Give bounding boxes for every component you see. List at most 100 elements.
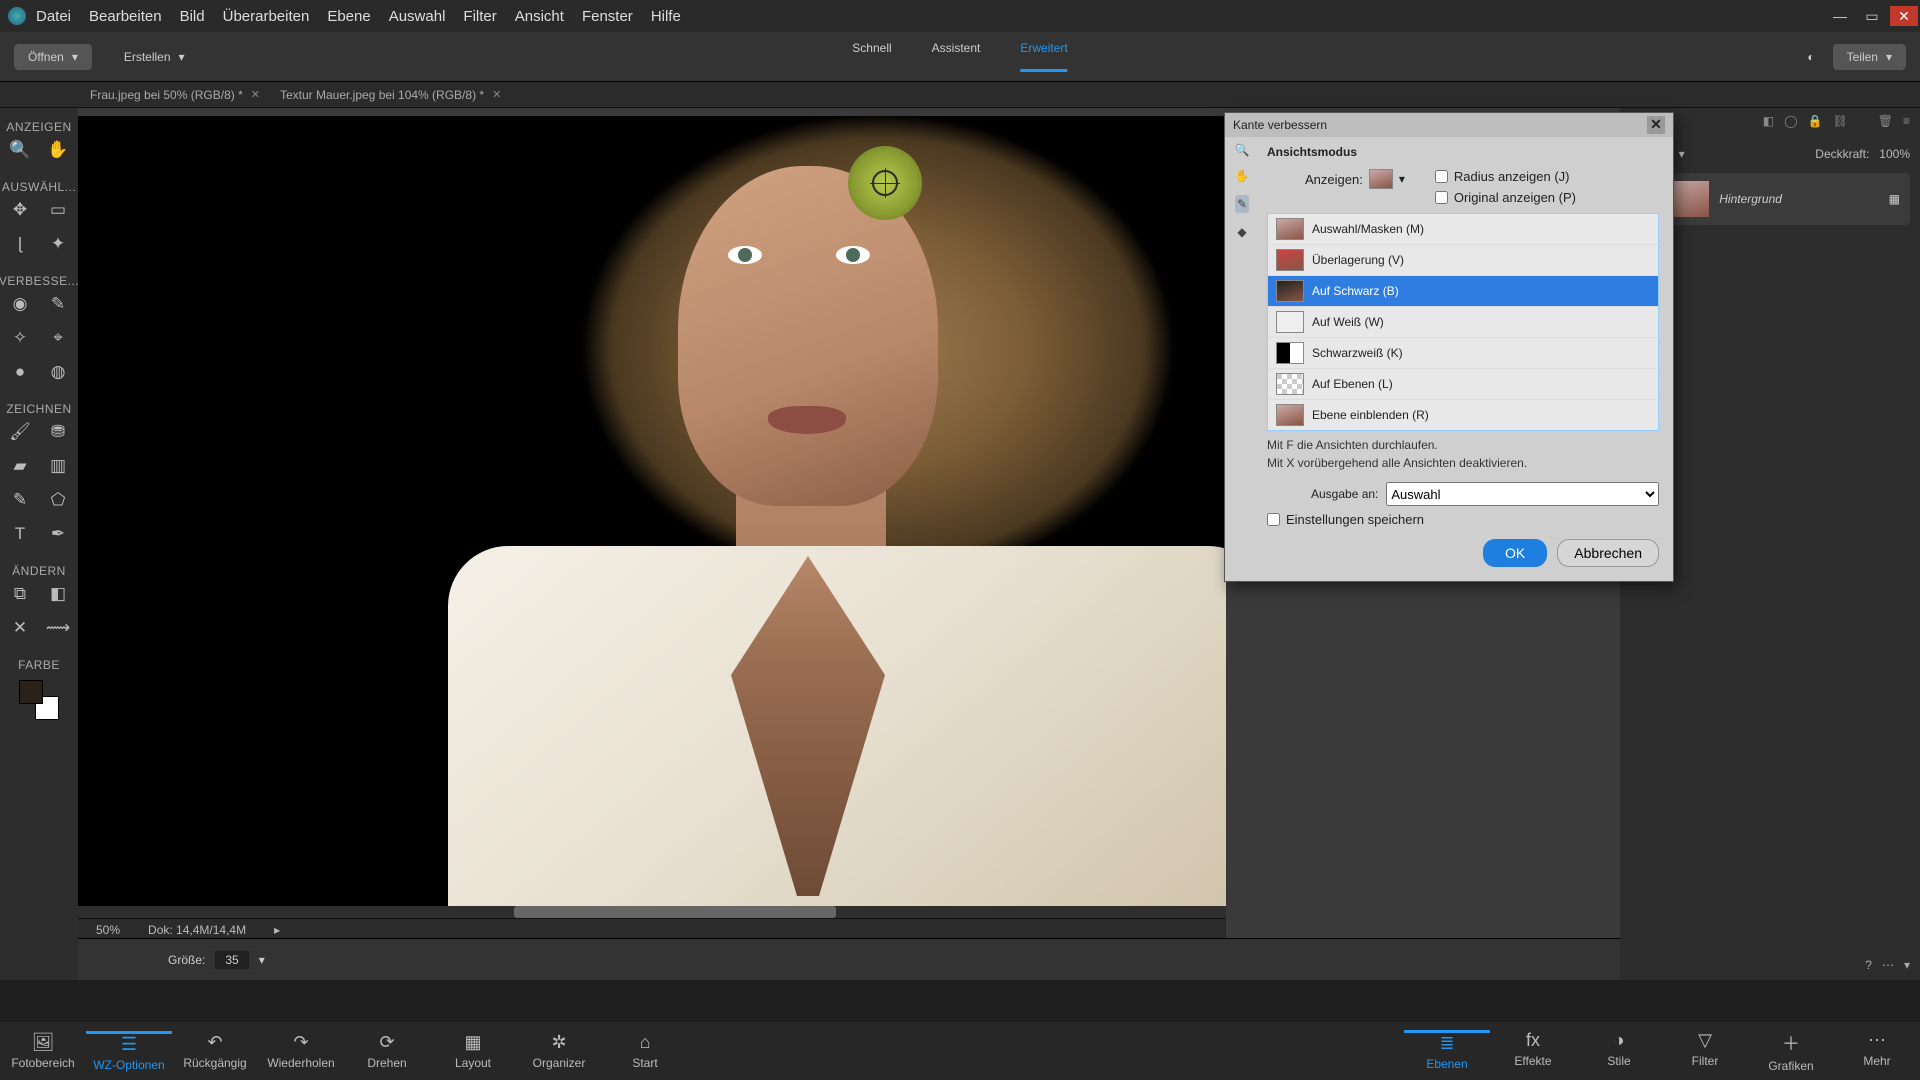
window-maximize-button[interactable]: ▭ (1858, 6, 1886, 26)
show-radius-checkbox[interactable] (1435, 170, 1448, 183)
view-option-on-black[interactable]: Auf Schwarz (B) (1268, 276, 1658, 307)
dialog-titlebar[interactable]: Kante verbessern ✕ (1225, 113, 1673, 137)
redeye-tool-icon[interactable]: ◉ (8, 292, 32, 316)
bottom-effects[interactable]: fxEffekte (1490, 1030, 1576, 1073)
shape-tool-icon[interactable]: ⬠ (46, 488, 70, 512)
crop-tool-icon[interactable]: ⧉ (8, 582, 32, 606)
bottom-layers-panel[interactable]: ≣Ebenen (1404, 1030, 1490, 1073)
spot-tool-icon[interactable]: ✎ (46, 292, 70, 316)
close-icon[interactable]: ✕ (251, 88, 260, 101)
adjust-icon[interactable]: ◧ (1763, 114, 1774, 135)
recompose-tool-icon[interactable]: ◧ (46, 582, 70, 606)
view-preview-swatch[interactable] (1369, 169, 1393, 189)
scrollbar-thumb[interactable] (514, 906, 835, 918)
bucket-tool-icon[interactable]: ⛃ (46, 420, 70, 444)
theme-toggle-icon[interactable]: ◐ (1807, 50, 1814, 64)
mask-icon[interactable]: ◯ (1784, 114, 1797, 135)
size-value-input[interactable]: 35 (215, 951, 248, 969)
marquee-tool-icon[interactable]: ▭ (46, 198, 70, 222)
menu-edit[interactable]: Bearbeiten (89, 8, 162, 25)
bottom-graphics[interactable]: ＋Grafiken (1748, 1030, 1834, 1073)
erase-refine-icon[interactable]: ◆ (1237, 225, 1246, 239)
menu-view[interactable]: Ansicht (515, 8, 564, 25)
help-icon[interactable]: ? (1865, 958, 1872, 972)
bottom-home[interactable]: ⌂Start (602, 1032, 688, 1070)
remember-settings-checkbox[interactable] (1267, 513, 1280, 526)
bottom-layout[interactable]: ▦Layout (430, 1032, 516, 1070)
horizontal-scrollbar[interactable] (78, 906, 1226, 918)
text-tool-icon[interactable]: T (8, 522, 32, 546)
color-swatch[interactable] (19, 680, 59, 720)
straighten-tool-icon[interactable]: ✕ (8, 616, 32, 640)
chevron-down-icon[interactable]: ▾ (1399, 172, 1405, 186)
trash-icon[interactable]: 🗑 (1878, 114, 1893, 135)
zoom-icon[interactable]: 🔍 (1235, 143, 1250, 157)
tab-quick[interactable]: Schnell (852, 41, 891, 72)
bottom-photo-bin[interactable]: 🖼Fotobereich (0, 1032, 86, 1070)
chevron-down-icon[interactable]: ▾ (259, 953, 265, 967)
window-minimize-button[interactable]: — (1826, 6, 1854, 26)
gradient-tool-icon[interactable]: ▥ (46, 454, 70, 478)
view-option-reveal-layer[interactable]: Ebene einblenden (R) (1268, 400, 1658, 430)
clone-tool-icon[interactable]: ⌖ (46, 326, 70, 350)
chevron-down-icon[interactable]: ▾ (1679, 147, 1685, 161)
bottom-tool-options[interactable]: ☰WZ-Optionen (86, 1031, 172, 1072)
layer-name[interactable]: Hintergrund (1719, 192, 1782, 206)
blur-tool-icon[interactable]: ● (8, 360, 32, 384)
lasso-tool-icon[interactable]: ɭ (8, 232, 32, 256)
foreground-color-swatch[interactable] (19, 680, 43, 704)
tab-expert[interactable]: Erweitert (1020, 41, 1067, 72)
hand-icon[interactable]: ✋ (1235, 169, 1250, 183)
show-original-checkbox[interactable] (1435, 191, 1448, 204)
menu-select[interactable]: Auswahl (389, 8, 446, 25)
bottom-styles[interactable]: ◑Stile (1576, 1030, 1662, 1073)
refine-brush-icon[interactable]: ✎ (1235, 195, 1249, 213)
zoom-tool-icon[interactable]: 🔍 (8, 138, 32, 162)
menu-filter[interactable]: Filter (463, 8, 496, 25)
window-close-button[interactable]: ✕ (1890, 6, 1918, 26)
view-option-selmask[interactable]: Auswahl/Masken (M) (1268, 214, 1658, 245)
bottom-rotate[interactable]: ⟳Drehen (344, 1032, 430, 1070)
menu-enhance[interactable]: Überarbeiten (223, 8, 310, 25)
move-tool-icon[interactable]: ✥ (8, 198, 32, 222)
zoom-level[interactable]: 50% (96, 923, 120, 937)
view-option-on-layers[interactable]: Auf Ebenen (L) (1268, 369, 1658, 400)
hand-tool-icon[interactable]: ✋ (46, 138, 70, 162)
tab-assistant[interactable]: Assistent (932, 41, 981, 72)
menu-window[interactable]: Fenster (582, 8, 633, 25)
document-tab[interactable]: Frau.jpeg bei 50% (RGB/8) * ✕ (80, 88, 270, 102)
view-option-bw[interactable]: Schwarzweiß (K) (1268, 338, 1658, 369)
bottom-redo[interactable]: ↷Wiederholen (258, 1032, 344, 1070)
menu-layer[interactable]: Ebene (327, 8, 370, 25)
view-option-overlay[interactable]: Überlagerung (V) (1268, 245, 1658, 276)
bottom-more[interactable]: ⋯Mehr (1834, 1030, 1920, 1073)
share-button[interactable]: Teilen ▾ (1833, 44, 1906, 70)
opacity-value[interactable]: 100% (1879, 147, 1910, 161)
create-button[interactable]: Erstellen ▾ (110, 44, 199, 70)
dialog-close-button[interactable]: ✕ (1647, 116, 1665, 134)
brush-tool-icon[interactable]: 🖌 (8, 420, 32, 444)
content-tool-icon[interactable]: ⟿ (46, 616, 70, 640)
menu-icon[interactable]: ≡ (1903, 114, 1910, 135)
link-icon[interactable]: ⛓ (1833, 114, 1848, 135)
sponge-tool-icon[interactable]: ◍ (46, 360, 70, 384)
chevron-right-icon[interactable]: ▸ (274, 923, 280, 937)
smart-brush-icon[interactable]: ✧ (8, 326, 32, 350)
ok-button[interactable]: OK (1483, 539, 1547, 567)
bottom-undo[interactable]: ↶Rückgängig (172, 1032, 258, 1070)
menu-help[interactable]: Hilfe (651, 8, 681, 25)
close-icon[interactable]: ✕ (492, 88, 501, 101)
bottom-organizer[interactable]: ✲Organizer (516, 1032, 602, 1070)
open-button[interactable]: Öffnen ▾ (14, 44, 92, 70)
bottom-filter[interactable]: ▽Filter (1662, 1030, 1748, 1073)
lock-icon[interactable]: 🔒 (1808, 114, 1823, 135)
menu-file[interactable]: Datei (36, 8, 71, 25)
eraser-tool-icon[interactable]: ▰ (8, 454, 32, 478)
view-option-on-white[interactable]: Auf Weiß (W) (1268, 307, 1658, 338)
custom-tool-icon[interactable]: ✒ (46, 522, 70, 546)
more-icon[interactable]: ⋯ (1882, 958, 1894, 972)
cancel-button[interactable]: Abbrechen (1557, 539, 1659, 567)
output-select[interactable]: Auswahl (1386, 482, 1659, 506)
collapse-icon[interactable]: ▾ (1904, 958, 1910, 972)
canvas[interactable] (78, 116, 1226, 920)
